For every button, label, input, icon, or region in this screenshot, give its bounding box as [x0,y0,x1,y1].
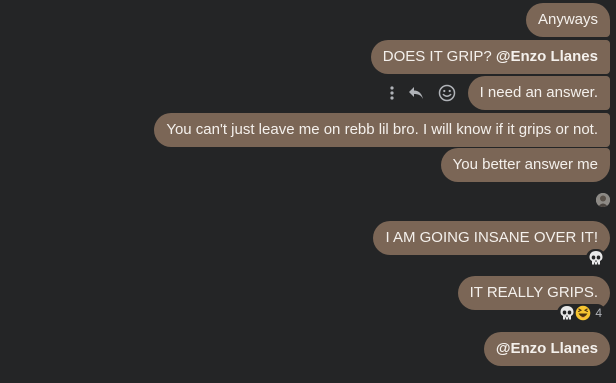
reply-icon[interactable] [408,86,424,100]
message-reactions[interactable]: 4 [557,304,606,322]
mention-link[interactable]: @Enzo Llanes [496,48,598,65]
message-bubble[interactable]: @Enzo Llanes [483,332,610,366]
message-bubble[interactable]: I AM GOING INSANE OVER IT! [373,221,610,255]
more-vertical-icon[interactable] [389,86,394,100]
message-row: You can't just leave me on rebb lil bro.… [154,113,610,147]
message-text: DOES IT GRIP? [382,48,496,65]
message-row: @Enzo Llanes [483,332,610,366]
message-row: You better answer me [440,148,610,182]
message-text: I need an answer. [479,84,598,101]
message-row: Anyways [525,3,610,37]
skull-icon [560,306,574,320]
message-text: You can't just leave me on rebb lil bro.… [166,121,598,138]
message-row: I need an answer. [389,76,610,110]
message-bubble[interactable]: Anyways [525,3,610,37]
message-actions [389,84,456,102]
message-row: DOES IT GRIP? @Enzo Llanes [370,40,610,74]
message-bubble[interactable]: You can't just leave me on rebb lil bro.… [154,113,610,147]
mention-link[interactable]: @Enzo Llanes [496,340,598,357]
message-bubble[interactable]: DOES IT GRIP? @Enzo Llanes [370,40,610,74]
message-row: I AM GOING INSANE OVER IT! [373,221,610,255]
skull-icon [589,251,603,265]
laughing-face-icon [576,305,591,321]
seen-avatar[interactable] [596,193,610,207]
reaction-count: 4 [595,306,602,320]
message-text: IT REALLY GRIPS. [469,284,598,301]
smiley-icon[interactable] [438,84,456,102]
message-text: Anyways [537,11,598,28]
message-text: You better answer me [452,156,598,173]
message-reactions[interactable] [586,249,606,267]
message-bubble[interactable]: You better answer me [440,148,610,182]
message-thread: Anyways DOES IT GRIP? @Enzo Llanes I nee… [0,0,616,383]
message-bubble[interactable]: I need an answer. [467,76,610,110]
message-text: I AM GOING INSANE OVER IT! [385,229,598,246]
